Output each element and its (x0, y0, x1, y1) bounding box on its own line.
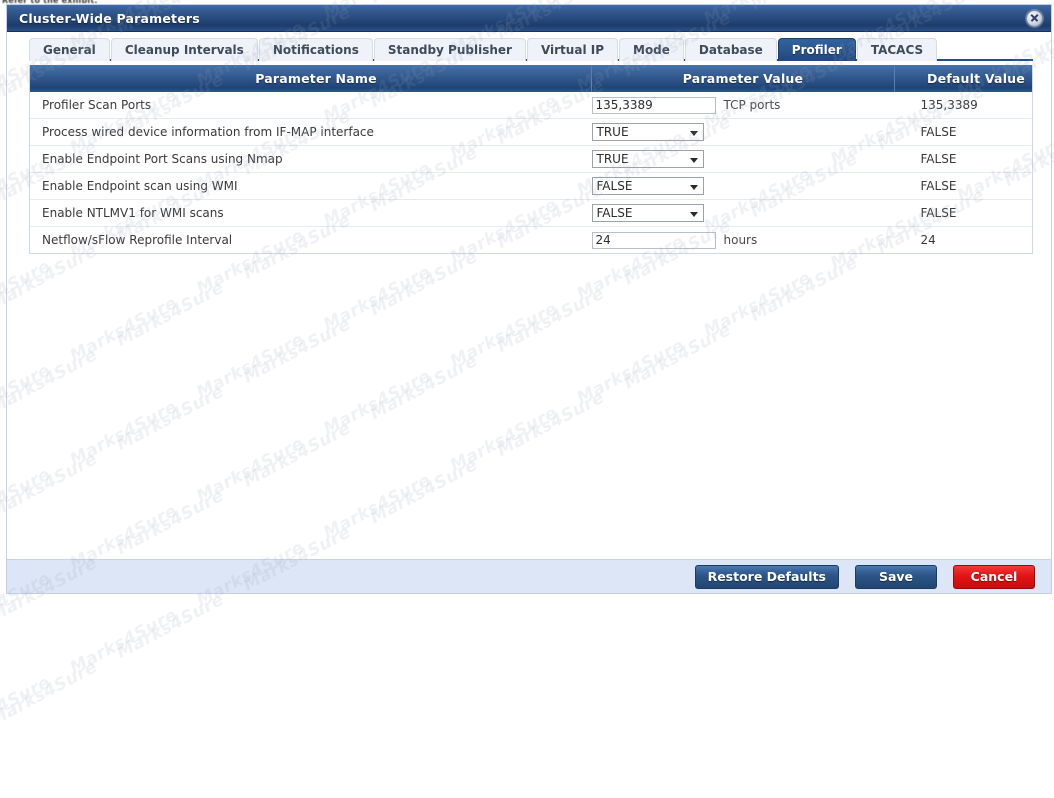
parameter-value-cell: TCP ports (592, 92, 895, 119)
default-value-cell: 24 (895, 227, 1033, 254)
tab-standby-publisher[interactable]: Standby Publisher (374, 38, 526, 61)
column-header-default-value: Default Value (895, 65, 1033, 92)
parameter-value-input[interactable] (592, 232, 716, 249)
parameters-table: Parameter Name Parameter Value Default V… (30, 65, 1032, 253)
table-row: Netflow/sFlow Reprofile Interval hours 24 (30, 227, 1032, 254)
default-value-cell: FALSE (895, 200, 1033, 227)
dialog-footer: Restore Defaults Save Cancel (7, 559, 1051, 593)
default-value-cell: FALSE (895, 173, 1033, 200)
parameters-table-container: Parameter Name Parameter Value Default V… (29, 65, 1033, 254)
parameter-value-select[interactable]: FALSE (592, 177, 704, 195)
default-value-cell: 135,3389 (895, 92, 1033, 119)
close-icon[interactable] (1026, 10, 1043, 27)
chevron-down-icon (690, 212, 698, 217)
tab-mode[interactable]: Mode (619, 38, 684, 61)
tab-virtual-ip[interactable]: Virtual IP (527, 38, 618, 61)
tab-general[interactable]: General (29, 38, 110, 61)
tab-tacacs[interactable]: TACACS (857, 38, 937, 61)
cancel-button[interactable]: Cancel (953, 565, 1035, 589)
chevron-down-icon (690, 185, 698, 190)
tab-database[interactable]: Database (685, 38, 777, 61)
table-row: Enable Endpoint Port Scans using Nmap TRU… (30, 146, 1032, 173)
parameter-name-cell: Profiler Scan Ports (30, 92, 592, 119)
dialog-title: Cluster-Wide Parameters (19, 11, 200, 26)
parameter-value-cell: hours (592, 227, 895, 254)
chevron-down-icon (690, 158, 698, 163)
select-value-label: TRUE (597, 125, 629, 139)
column-header-parameter-value: Parameter Value (592, 65, 895, 92)
tab-profiler[interactable]: Profiler (778, 38, 856, 61)
tab-cleanup-intervals[interactable]: Cleanup Intervals (111, 38, 258, 61)
select-value-label: FALSE (597, 206, 633, 220)
parameter-name-cell: Enable Endpoint scan using WMI (30, 173, 592, 200)
parameter-unit-label: TCP ports (724, 98, 781, 112)
parameter-value-select[interactable]: FALSE (592, 204, 704, 222)
table-row: Enable Endpoint scan using WMI FALSE FALSE (30, 173, 1032, 200)
table-row: Enable NTLMV1 for WMI scans FALSE FALSE (30, 200, 1032, 227)
parameter-value-input[interactable] (592, 97, 716, 114)
chevron-down-icon (690, 131, 698, 136)
cluster-wide-parameters-dialog: Cluster-Wide Parameters GeneralCleanup I… (6, 4, 1052, 594)
tab-notifications[interactable]: Notifications (259, 38, 373, 61)
dialog-titlebar: Cluster-Wide Parameters (7, 5, 1051, 32)
tab-bar: GeneralCleanup IntervalsNotificationsSta… (7, 32, 1051, 61)
parameter-name-cell: Process wired device information from IF… (30, 119, 592, 146)
column-header-parameter-name: Parameter Name (30, 65, 592, 92)
parameters-table-body: Profiler Scan Ports TCP ports 135,3389 Proc… (30, 92, 1032, 253)
save-button[interactable]: Save (855, 565, 937, 589)
table-header-row: Parameter Name Parameter Value Default V… (30, 65, 1032, 92)
parameter-value-select[interactable]: TRUE (592, 150, 704, 168)
default-value-cell: FALSE (895, 146, 1033, 173)
restore-defaults-button[interactable]: Restore Defaults (695, 565, 839, 589)
parameter-name-cell: Enable NTLMV1 for WMI scans (30, 200, 592, 227)
select-value-label: FALSE (597, 179, 633, 193)
default-value-cell: FALSE (895, 119, 1033, 146)
select-value-label: TRUE (597, 152, 629, 166)
parameter-name-cell: Netflow/sFlow Reprofile Interval (30, 227, 592, 254)
table-row: Profiler Scan Ports TCP ports 135,3389 (30, 92, 1032, 119)
table-row: Process wired device information from IF… (30, 119, 1032, 146)
parameter-value-cell: FALSE (592, 200, 895, 227)
parameter-value-cell: FALSE (592, 173, 895, 200)
parameter-value-cell: TRUE (592, 146, 895, 173)
parameter-unit-label: hours (724, 233, 758, 247)
parameter-value-cell: TRUE (592, 119, 895, 146)
parameter-value-select[interactable]: TRUE (592, 123, 704, 141)
parameter-name-cell: Enable Endpoint Port Scans using Nmap (30, 146, 592, 173)
